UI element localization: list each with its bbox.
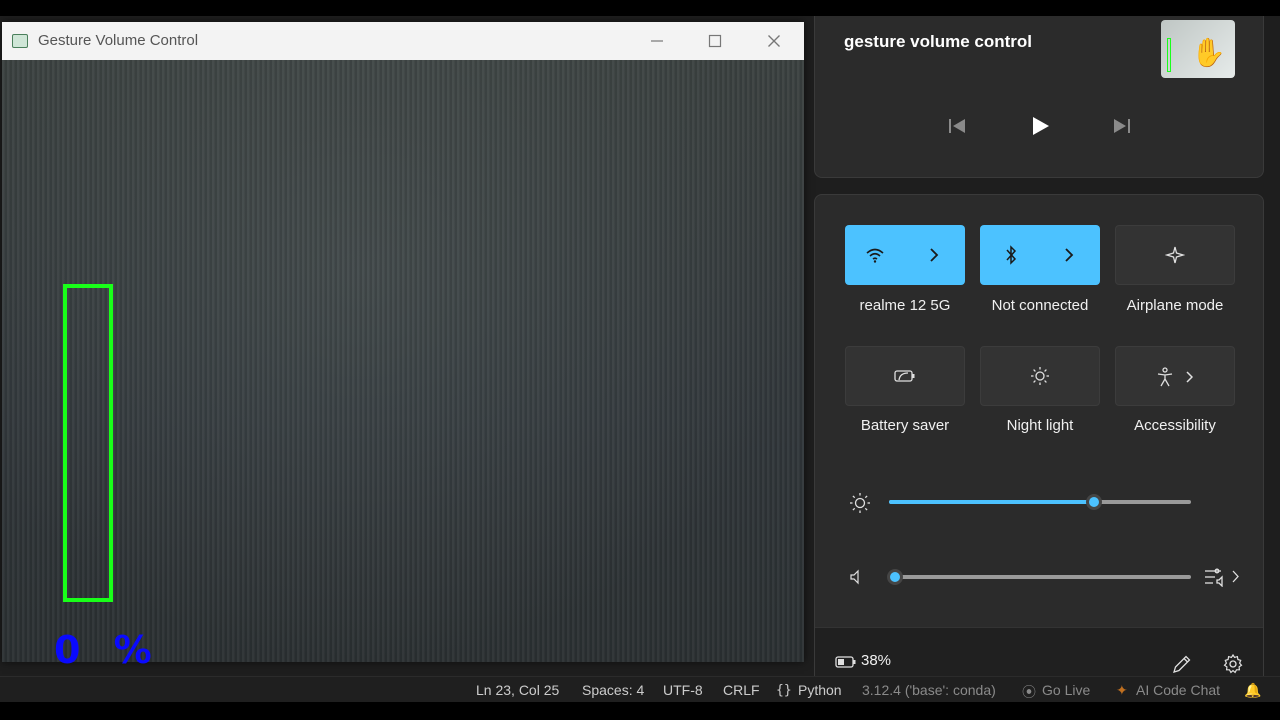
gesture-volume-window: Gesture Volume Control 0 % (2, 22, 804, 672)
volume-slider[interactable] (887, 565, 1191, 589)
indentation-setting[interactable]: Spaces: 4 (582, 682, 644, 698)
bluetooth-tile[interactable] (980, 225, 1100, 285)
wifi-tile[interactable] (845, 225, 965, 285)
desktop: Gesture Volume Control 0 % gesture volum… (0, 0, 1280, 720)
accessibility-label: Accessibility (1134, 417, 1216, 434)
accessibility-tile[interactable] (1115, 346, 1235, 406)
bluetooth-icon (1006, 245, 1017, 265)
thumbnail-volume-bar (1167, 38, 1171, 72)
ai-chat-icon: ✦ (1116, 682, 1128, 698)
wifi-tile-label: realme 12 5G (859, 297, 951, 314)
volume-percent-text: 0 % (54, 628, 162, 672)
minimize-icon (651, 40, 663, 42)
media-flyout: gesture volume control ✋ (814, 16, 1264, 178)
bluetooth-tile-label: Not connected (991, 297, 1089, 314)
chevron-right-icon[interactable] (1185, 370, 1193, 384)
play-button[interactable] (1022, 114, 1058, 138)
minimize-button[interactable] (628, 22, 686, 60)
cursor-position[interactable]: Ln 23, Col 25 (476, 682, 559, 698)
editor-status-bar: Ln 23, Col 25 Spaces: 4 UTF-8 CRLF {} Py… (0, 676, 1280, 702)
window-titlebar[interactable]: Gesture Volume Control (2, 22, 804, 60)
brightness-track-fill (889, 500, 1094, 504)
night-light-icon (1031, 367, 1049, 385)
battery-saver-label: Battery saver (860, 417, 950, 434)
maximize-button[interactable] (686, 22, 744, 60)
maximize-icon (708, 34, 722, 48)
camera-feed: 0 % (2, 60, 804, 672)
hand-icon: ✋ (1191, 37, 1226, 68)
brightness-icon (850, 493, 870, 513)
broadcast-icon: ⦿ (1022, 684, 1036, 700)
close-button[interactable] (745, 22, 803, 60)
media-thumbnail: ✋ (1161, 20, 1235, 78)
next-track-icon (1114, 119, 1130, 133)
battery-saver-icon (894, 370, 915, 382)
settings-gear-icon[interactable] (1222, 653, 1244, 675)
night-light-label: Night light (1006, 417, 1074, 434)
window-title: Gesture Volume Control (38, 32, 199, 49)
battery-percentage: 38% (861, 652, 892, 669)
accessibility-icon (1157, 367, 1173, 387)
volume-bar (63, 284, 113, 602)
close-icon (768, 35, 780, 47)
chevron-right-icon[interactable] (1064, 247, 1074, 263)
speaker-muted-icon[interactable] (849, 569, 865, 585)
quick-settings-panel: realme 12 5G Not connected Airplane mode… (814, 194, 1264, 703)
battery-icon[interactable] (835, 655, 857, 669)
brightness-slider[interactable] (889, 490, 1191, 514)
letterbox-bottom (0, 702, 1280, 720)
previous-track-icon (949, 119, 965, 133)
language-braces-icon: {} (776, 683, 792, 698)
wifi-icon (866, 248, 884, 263)
brightness-slider-thumb[interactable] (1086, 494, 1102, 510)
go-live-button[interactable]: Go Live (1042, 682, 1090, 698)
media-title: gesture volume control (844, 32, 1032, 51)
airplane-mode-tile[interactable] (1115, 225, 1235, 285)
letterbox-top (0, 0, 1280, 16)
airplane-icon (1165, 246, 1185, 264)
edit-pencil-icon[interactable] (1171, 653, 1193, 675)
audio-output-icon[interactable] (1203, 567, 1241, 587)
previous-track-button[interactable] (939, 114, 975, 138)
chevron-right-icon[interactable] (929, 247, 939, 263)
python-interpreter[interactable]: 3.12.4 ('base': conda) (862, 682, 996, 698)
bluetooth-tile-body (980, 225, 1100, 285)
play-icon (1033, 117, 1049, 135)
night-light-tile[interactable] (980, 346, 1100, 406)
volume-slider-thumb[interactable] (887, 569, 903, 585)
wifi-tile-body (845, 225, 965, 285)
battery-saver-tile[interactable] (845, 346, 965, 406)
file-encoding[interactable]: UTF-8 (663, 682, 703, 698)
airplane-mode-label: Airplane mode (1126, 297, 1224, 314)
volume-track (895, 575, 1191, 579)
line-ending[interactable]: CRLF (723, 682, 760, 698)
language-mode[interactable]: Python (798, 682, 842, 698)
notifications-bell-icon[interactable]: 🔔 (1244, 682, 1261, 699)
next-track-button[interactable] (1104, 114, 1140, 138)
app-window-icon (12, 34, 28, 48)
ai-code-chat-button[interactable]: AI Code Chat (1136, 682, 1220, 698)
